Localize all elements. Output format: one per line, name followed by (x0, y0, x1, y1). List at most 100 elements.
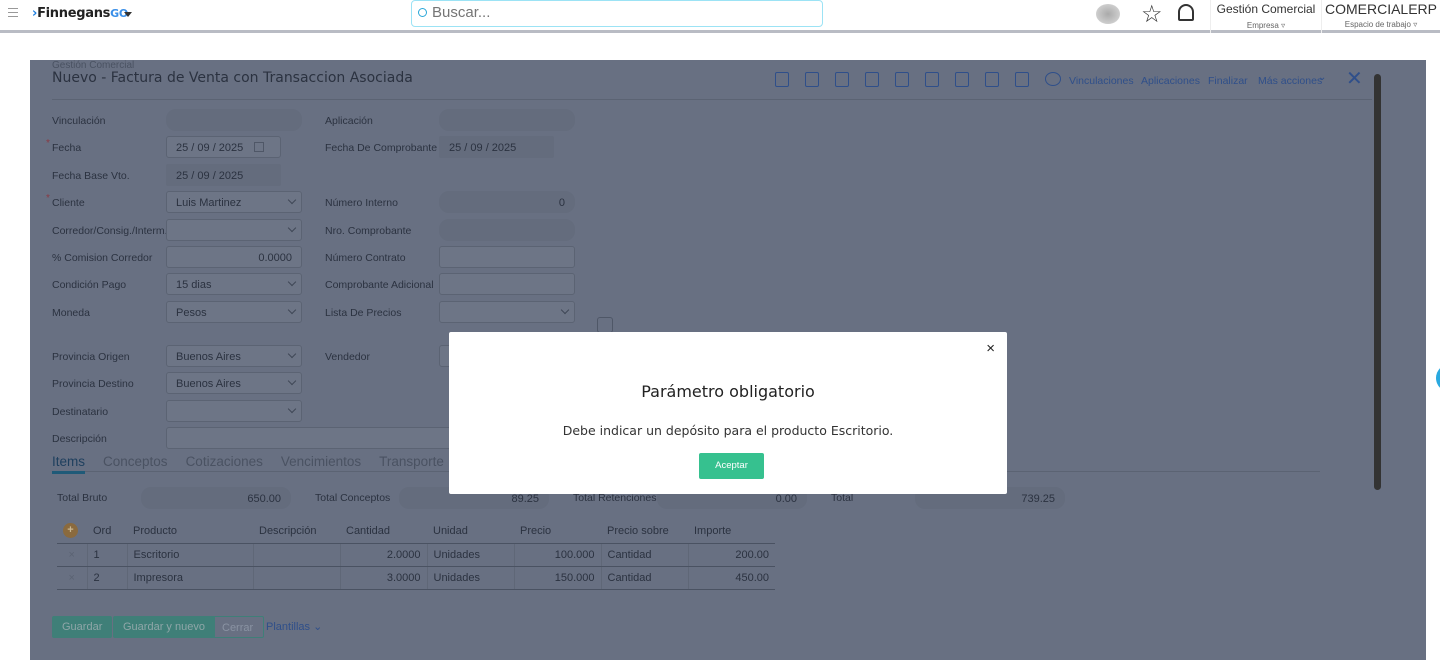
email-icon[interactable] (955, 72, 969, 87)
field--comision-corredor[interactable]: 0.0000 (166, 246, 302, 268)
field-número-interno[interactable]: 0 (439, 191, 575, 213)
toolbar-finalizar[interactable]: Finalizar (1208, 75, 1248, 87)
save-and-new-button[interactable]: Guardar y nuevo (113, 616, 215, 638)
dialog-close-button[interactable]: × (986, 340, 995, 357)
column-header[interactable]: Importe (688, 519, 775, 544)
table-cell[interactable]: 200.00 (687, 543, 775, 567)
table-cell[interactable] (252, 566, 340, 590)
field-provincia-destino[interactable]: Buenos Aires (166, 372, 302, 394)
column-header[interactable]: Producto (127, 519, 253, 544)
save-icon[interactable] (805, 72, 819, 87)
column-header[interactable]: Precio sobre (601, 519, 688, 544)
accept-button[interactable]: Aceptar (699, 453, 764, 479)
help-bubble-icon[interactable] (1436, 364, 1440, 392)
calendar-icon[interactable] (254, 142, 264, 152)
column-header[interactable]: Precio (514, 519, 601, 544)
field-label: Nro. Comprobante (325, 225, 412, 237)
required-asterisk: * (46, 193, 50, 204)
field-lista-de-precios[interactable] (439, 301, 575, 323)
field-cliente[interactable]: Luis Martinez (166, 191, 302, 213)
search-box[interactable] (411, 0, 823, 27)
add-item-icon[interactable]: + (63, 523, 78, 539)
table-cell[interactable]: Unidades (426, 543, 514, 567)
field-provincia-origen[interactable]: Buenos Aires (166, 345, 302, 367)
checklist-icon[interactable] (985, 72, 999, 87)
table-cell[interactable]: Cantidad (600, 566, 688, 590)
form-scrollbar[interactable] (1374, 74, 1381, 490)
tab-conceptos[interactable]: Conceptos (103, 454, 168, 469)
table-cell[interactable]: 150.000 (513, 566, 601, 590)
column-header[interactable]: Unidad (427, 519, 514, 544)
tab-items[interactable]: Items (52, 454, 86, 474)
table-cell[interactable]: Escritorio (126, 543, 253, 567)
search-input[interactable] (432, 4, 812, 21)
comment-icon[interactable] (1045, 72, 1061, 86)
field-fecha-base-vto-[interactable]: 25 / 09 / 2025 (166, 164, 281, 186)
table-row[interactable]: × 1 Escritorio 2.0000 Unidades 100.000 Cantida… (57, 543, 775, 567)
field-número-contrato[interactable] (439, 246, 575, 268)
table-cell[interactable]: Impresora (126, 566, 253, 590)
hamburger-menu-icon[interactable] (8, 8, 18, 17)
delete-row-icon[interactable]: × (57, 543, 87, 567)
new-document-icon[interactable] (775, 72, 789, 87)
table-cell[interactable] (252, 543, 340, 567)
table-cell[interactable]: 1 (86, 543, 127, 567)
chevron-down-icon (287, 404, 297, 414)
company-name: Gestión Comercial (1216, 2, 1316, 16)
print-icon[interactable] (835, 72, 849, 87)
notes-icon[interactable] (1015, 72, 1029, 87)
field-fecha-de-comprobante[interactable]: 25 / 09 / 2025 (439, 136, 554, 158)
tab-transporte[interactable]: Transporte (379, 454, 444, 469)
field-nro-comprobante[interactable] (439, 219, 575, 241)
mas-acciones-chevron-icon[interactable]: ⌄ (1318, 72, 1326, 83)
history-icon[interactable] (865, 72, 879, 87)
toolbar-vinculaciones[interactable]: Vinculaciones (1069, 75, 1134, 87)
delete-row-icon[interactable]: × (57, 566, 87, 590)
field-label: Comprobante Adicional (325, 279, 434, 291)
refresh-icon[interactable] (597, 317, 613, 333)
finnegans-logo[interactable]: ›FinnegansGO (32, 6, 128, 21)
templates-dropdown[interactable]: Plantillas ⌄ (266, 620, 322, 633)
toolbar-más-acciones[interactable]: Más acciones (1258, 75, 1322, 87)
table-cell[interactable]: 2.0000 (339, 543, 427, 567)
user-avatar-icon[interactable] (1096, 4, 1120, 24)
workspace-name: COMERCIALERP (1324, 1, 1438, 17)
column-header[interactable]: Ord (87, 519, 127, 544)
toolbar-aplicaciones[interactable]: Aplicaciones (1141, 75, 1200, 87)
attachment-icon[interactable] (925, 72, 939, 87)
column-header[interactable]: Descripción (253, 519, 340, 544)
field-value: Pesos (176, 307, 207, 319)
close-form-icon[interactable]: ✕ (1346, 66, 1363, 91)
workspace-selector[interactable]: COMERCIALERP Espacio de trabajo ▿ (1321, 0, 1440, 33)
app-switcher-caret-icon[interactable] (124, 12, 132, 17)
table-cell[interactable]: 100.000 (513, 543, 601, 567)
table-cell[interactable]: 3.0000 (339, 566, 427, 590)
field-destinatario[interactable] (166, 400, 302, 422)
field-corredor-consig-interm-[interactable] (166, 219, 302, 241)
tab-cotizaciones[interactable]: Cotizaciones (186, 454, 263, 469)
field-fecha[interactable]: 25 / 09 / 2025 (166, 136, 281, 158)
field-label: % Comision Corredor (52, 252, 153, 264)
favorites-star-icon[interactable]: ☆ (1141, 0, 1163, 29)
table-cell[interactable]: 2 (86, 566, 127, 590)
field-label: Fecha * (46, 138, 82, 154)
field-condición-pago[interactable]: 15 dias (166, 273, 302, 295)
field-moneda[interactable]: Pesos (166, 301, 302, 323)
company-selector[interactable]: Gestión Comercial Empresa ▿ (1210, 0, 1321, 33)
save-button[interactable]: Guardar (52, 616, 113, 638)
report-icon[interactable] (895, 72, 909, 87)
table-cell[interactable]: 450.00 (687, 566, 775, 590)
column-header[interactable]: Cantidad (340, 519, 427, 544)
notifications-bell-icon[interactable] (1178, 4, 1194, 21)
field-comprobante-adicional[interactable] (439, 273, 575, 295)
field-value: 25 / 09 / 2025 (176, 142, 244, 154)
field-label: Fecha Base Vto. (52, 170, 130, 182)
field-vinculación[interactable] (166, 109, 302, 131)
tab-vencimientos[interactable]: Vencimientos (281, 454, 361, 469)
table-cell[interactable]: Cantidad (600, 543, 688, 567)
table-cell[interactable]: Unidades (426, 566, 514, 590)
field-label: Provincia Destino (52, 378, 134, 390)
table-row[interactable]: × 2 Impresora 3.0000 Unidades 150.000 Cantidad… (57, 566, 775, 590)
close-button[interactable]: Cerrar (211, 616, 265, 638)
field-aplicación[interactable] (439, 109, 575, 131)
